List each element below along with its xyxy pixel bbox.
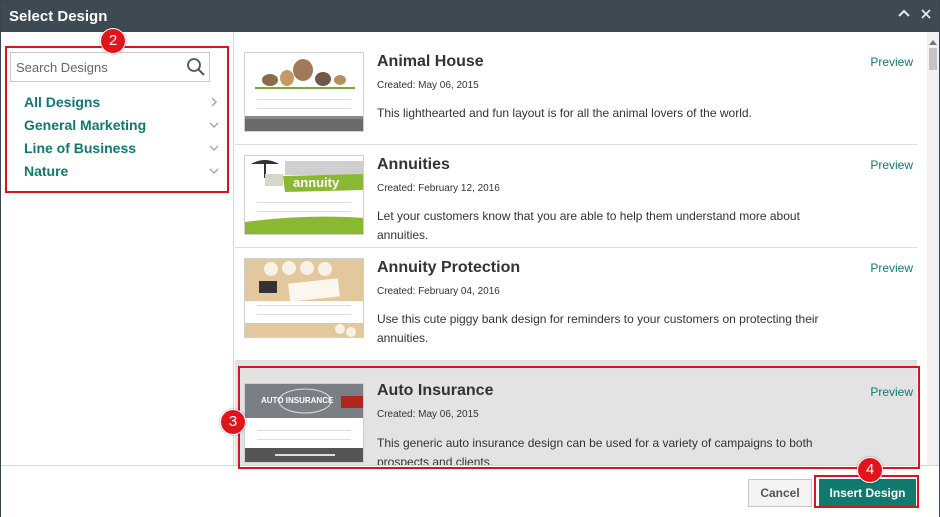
category-label: Nature: [24, 163, 69, 179]
design-row-annuity-protection[interactable]: Annuity Protection Created: February 04,…: [235, 248, 917, 361]
preview-link[interactable]: Preview: [870, 55, 913, 69]
design-description: Use this cute piggy bank design for remi…: [377, 312, 819, 345]
category-item-line-of-business[interactable]: Line of Business: [24, 138, 222, 161]
thumbnail-text-lines: [257, 202, 351, 212]
scroll-up-arrow-icon[interactable]: [927, 34, 939, 45]
design-created-date: Created: February 12, 2016: [377, 183, 500, 194]
search-icon[interactable]: [186, 57, 206, 77]
collapse-icon[interactable]: [896, 7, 912, 23]
chevron-down-icon: [208, 164, 220, 176]
category-list: All Designs General Marketing Line of Bu…: [24, 92, 222, 184]
step-badge-2: 2: [100, 28, 126, 54]
design-created-date: Created: May 06, 2015: [377, 80, 479, 91]
dialog-footer: Cancel Insert Design: [1, 465, 939, 517]
design-row-annuities[interactable]: annuity Annuities Created: February 12, …: [235, 145, 917, 248]
design-created-date: Created: February 04, 2016: [377, 286, 500, 297]
category-label: Line of Business: [24, 140, 137, 156]
design-description: This generic auto insurance design can b…: [377, 436, 813, 465]
step-badge-3: 3: [220, 409, 246, 435]
category-label: General Marketing: [24, 117, 147, 133]
thumbnail-title: AUTO INSURANCE: [261, 396, 334, 405]
design-description: This lighthearted and fun layout is for …: [377, 106, 752, 120]
design-description: Let your customers know that you are abl…: [377, 209, 800, 242]
design-row-auto-insurance[interactable]: AUTO INSURANCE Auto Insurance Created: M…: [235, 361, 917, 465]
insert-design-button[interactable]: Insert Design: [819, 479, 916, 507]
scrollbar-thumb[interactable]: [929, 48, 937, 70]
design-name: Annuities: [377, 156, 450, 173]
design-created-date: Created: May 06, 2015: [377, 409, 479, 420]
design-thumbnail: [244, 52, 364, 132]
category-item-nature[interactable]: Nature: [24, 161, 222, 184]
thumbnail-text-lines: [257, 430, 351, 440]
chevron-right-icon: [208, 95, 220, 107]
category-item-general-marketing[interactable]: General Marketing: [24, 115, 222, 138]
thumbnail-text-lines: [257, 305, 351, 315]
design-list: Animal House Created: May 06, 2015 This …: [235, 32, 927, 465]
dialog-title: Select Design: [9, 8, 108, 25]
preview-link[interactable]: Preview: [870, 158, 913, 172]
cancel-button[interactable]: Cancel: [748, 479, 812, 507]
step-badge-4: 4: [857, 457, 883, 483]
category-sidebar: All Designs General Marketing Line of Bu…: [1, 32, 234, 465]
design-name: Auto Insurance: [377, 382, 494, 399]
design-thumbnail: annuity: [244, 155, 364, 235]
chevron-down-icon: [208, 141, 220, 153]
search-box: [10, 52, 210, 82]
chevron-down-icon: [208, 118, 220, 130]
scrollbar[interactable]: [927, 32, 939, 465]
category-item-all-designs[interactable]: All Designs: [24, 92, 222, 115]
select-design-dialog: Select Design All Designs General Market…: [0, 0, 940, 517]
search-input[interactable]: [11, 53, 181, 81]
thumbnail-title: annuity: [293, 175, 340, 190]
category-label: All Designs: [24, 94, 101, 110]
title-bar: Select Design: [1, 1, 939, 32]
preview-link[interactable]: Preview: [870, 385, 913, 399]
design-row-animal-house[interactable]: Animal House Created: May 06, 2015 This …: [235, 32, 917, 145]
design-name: Animal House: [377, 53, 484, 70]
thumbnail-text-lines: [257, 99, 351, 109]
close-icon[interactable]: [918, 7, 934, 23]
design-thumbnail: AUTO INSURANCE: [244, 383, 364, 463]
design-name: Annuity Protection: [377, 259, 521, 276]
preview-link[interactable]: Preview: [870, 261, 913, 275]
design-thumbnail: [244, 258, 364, 338]
